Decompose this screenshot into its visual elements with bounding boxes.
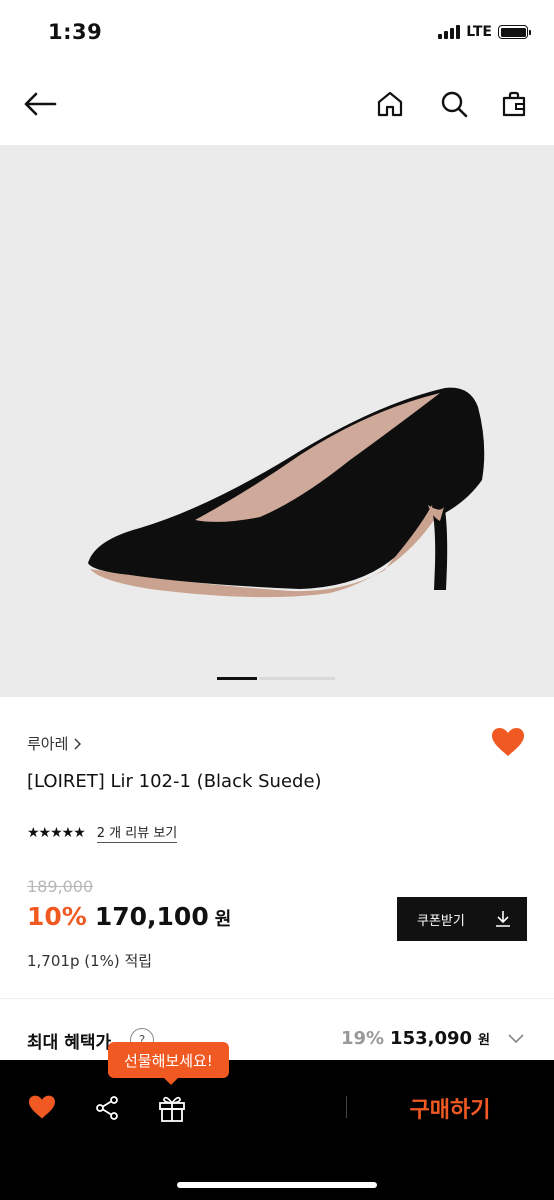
- home-button[interactable]: [370, 84, 410, 124]
- bottom-bar-separator: [346, 1096, 347, 1118]
- gift-icon: [159, 1096, 185, 1122]
- bag-button[interactable]: [494, 84, 534, 124]
- heart-icon: [492, 728, 524, 756]
- product-image-gallery[interactable]: [0, 145, 554, 697]
- sale-price: 170,100: [94, 902, 209, 931]
- carousel-dot: [259, 677, 335, 680]
- home-icon: [377, 91, 403, 117]
- signal-icon: [438, 25, 461, 39]
- discount-rate: 10%: [27, 902, 87, 931]
- price-row: 10% 170,100 원: [27, 902, 231, 931]
- search-icon: [441, 91, 468, 118]
- section-divider: [0, 998, 554, 999]
- benefit-price: 153,090: [390, 1028, 473, 1049]
- carousel-indicator: [217, 677, 335, 680]
- shopping-bag-icon: [502, 91, 526, 117]
- benefit-currency: 원: [478, 1033, 490, 1048]
- original-price: 189,000: [27, 877, 94, 896]
- brand-link[interactable]: 루아레: [27, 733, 82, 754]
- nav-header: [0, 72, 554, 136]
- review-link[interactable]: 2 개 리뷰 보기: [96, 822, 178, 843]
- coupon-label: 쿠폰받기: [417, 913, 465, 929]
- benefit-rate: 19%: [340, 1028, 385, 1049]
- benefit-price-group: 19% 153,090 원: [341, 1028, 524, 1049]
- bottom-wishlist-button[interactable]: [26, 1092, 58, 1122]
- status-time: 1:39: [48, 20, 103, 44]
- share-icon: [96, 1096, 118, 1120]
- chevron-right-icon: [74, 738, 82, 749]
- status-indicators: LTE: [438, 24, 531, 40]
- wishlist-heart-button[interactable]: [490, 726, 526, 758]
- download-icon: [496, 911, 510, 927]
- gift-button[interactable]: [156, 1092, 188, 1124]
- back-button[interactable]: [20, 84, 60, 124]
- gift-tooltip: 선물해보세요!: [108, 1042, 229, 1085]
- bottom-action-bar: 구매하기: [0, 1060, 554, 1200]
- product-photo-black-pump: [88, 387, 485, 598]
- back-arrow-icon: [24, 92, 57, 116]
- chevron-down-icon[interactable]: [508, 1034, 524, 1044]
- heart-icon: [29, 1095, 55, 1119]
- home-indicator: [177, 1182, 377, 1188]
- currency-label: 원: [214, 909, 232, 930]
- status-bar: 1:39 LTE: [0, 0, 554, 66]
- star-rating-icon: ★★★★★: [27, 824, 86, 841]
- max-benefit-row[interactable]: 최대 혜택가 ? 19% 153,090 원: [0, 1020, 554, 1060]
- brand-name: 루아레: [27, 735, 69, 753]
- benefit-label: 최대 혜택가: [27, 1033, 112, 1053]
- share-button[interactable]: [92, 1094, 122, 1122]
- battery-icon: [498, 25, 531, 39]
- network-label: LTE: [466, 24, 492, 40]
- search-button[interactable]: [434, 84, 474, 124]
- carousel-dot-active: [217, 677, 257, 680]
- points-info: 1,701p (1%) 적립: [27, 952, 153, 970]
- coupon-download-button[interactable]: 쿠폰받기: [397, 897, 527, 941]
- buy-now-button[interactable]: 구매하기: [360, 1086, 540, 1130]
- rating-row: ★★★★★ 2 개 리뷰 보기: [27, 822, 178, 843]
- product-title: [LOIRET] Lir 102-1 (Black Suede): [27, 771, 322, 792]
